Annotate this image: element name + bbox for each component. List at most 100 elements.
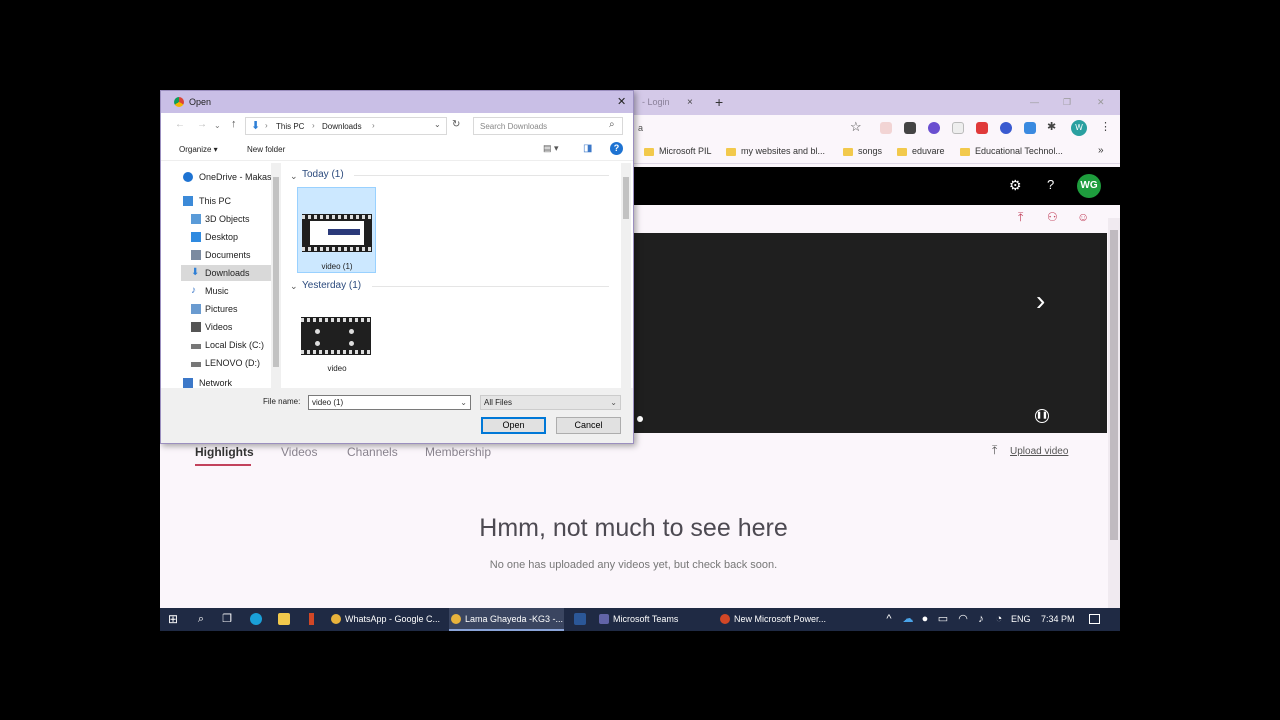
nav-item-desktop[interactable]: Desktop: [161, 229, 271, 245]
carousel-dot[interactable]: [637, 416, 643, 422]
group-header-today[interactable]: Today (1): [302, 169, 344, 180]
bookmark-item[interactable]: my websites and bl...: [726, 146, 825, 156]
microphone-icon[interactable]: ●: [919, 613, 931, 625]
maximize-button[interactable]: ❐: [1063, 90, 1071, 115]
taskbar-item[interactable]: New Microsoft Power...: [718, 608, 833, 631]
nav-item-videos[interactable]: Videos: [161, 319, 271, 335]
nav-item-pictures[interactable]: Pictures: [161, 301, 271, 317]
group-header-yesterday[interactable]: Yesterday (1): [302, 280, 361, 291]
tab-close-icon[interactable]: ×: [687, 90, 693, 115]
nav-item-lenovo[interactable]: LENOVO (D:): [161, 355, 271, 371]
chevron-down-icon[interactable]: ⌄: [214, 121, 221, 130]
extension-icon[interactable]: [1024, 122, 1036, 134]
more-menu-icon[interactable]: ⋮: [1100, 120, 1111, 133]
chevron-up-icon[interactable]: ^: [883, 613, 895, 625]
file-scrollbar-thumb[interactable]: [623, 177, 629, 219]
back-arrow-icon[interactable]: ←: [175, 119, 185, 130]
extension-icon[interactable]: [904, 122, 916, 134]
tab-highlights[interactable]: Highlights: [195, 445, 254, 459]
chevron-down-icon[interactable]: ⌄: [610, 396, 617, 409]
network-icon[interactable]: ◔: [993, 613, 1005, 625]
bookmark-item[interactable]: Microsoft PIL: [644, 146, 712, 156]
nav-scrollbar-thumb[interactable]: [273, 177, 279, 367]
taskbar-item-active[interactable]: Lama Ghayeda -KG3 -...: [449, 608, 564, 631]
user-avatar[interactable]: WG: [1077, 174, 1101, 198]
pause-icon[interactable]: ❚❚: [1035, 409, 1049, 423]
bookmark-item[interactable]: Educational Technol...: [960, 146, 1063, 156]
profile-avatar[interactable]: W: [1071, 120, 1087, 136]
nav-item-music[interactable]: ♪ Music: [161, 283, 271, 299]
breadcrumb-downloads[interactable]: Downloads: [322, 122, 362, 131]
nav-item-downloads[interactable]: ⬇ Downloads: [181, 265, 271, 281]
bookmarks-more-button[interactable]: »: [1098, 145, 1104, 156]
upload-icon[interactable]: ⤒: [992, 443, 997, 458]
notifications-icon[interactable]: [1089, 614, 1100, 624]
tab-membership[interactable]: Membership: [425, 445, 491, 459]
puzzle-icon[interactable]: ✱: [1047, 120, 1056, 133]
volume-icon[interactable]: ♪: [975, 613, 987, 625]
browser-tab-label[interactable]: - Login: [642, 90, 670, 115]
open-button[interactable]: Open: [481, 417, 546, 434]
language-indicator[interactable]: ENG: [1011, 614, 1031, 624]
wifi-icon[interactable]: ◠: [957, 613, 969, 625]
organize-button[interactable]: Organize ▾: [179, 145, 218, 154]
task-view-icon[interactable]: ❐: [221, 613, 233, 625]
taskbar-item[interactable]: Microsoft Teams: [597, 608, 712, 631]
bookmark-item[interactable]: eduvare: [897, 146, 945, 156]
help-icon[interactable]: ?: [610, 142, 623, 155]
person-icon[interactable]: ⚇: [1047, 210, 1058, 224]
forward-arrow-icon[interactable]: →: [197, 119, 207, 130]
bookmark-star-icon[interactable]: ☆: [850, 119, 862, 135]
cancel-button[interactable]: Cancel: [556, 417, 621, 434]
cloud-icon[interactable]: ☁: [902, 613, 914, 625]
preview-pane-icon[interactable]: ◨: [583, 143, 592, 154]
settings-icon[interactable]: ⚙: [1009, 177, 1022, 194]
upload-icon[interactable]: ⤒: [1018, 210, 1023, 225]
tab-videos[interactable]: Videos: [281, 445, 317, 459]
nav-scrollbar[interactable]: [271, 163, 281, 388]
edge-icon[interactable]: [250, 613, 262, 625]
new-tab-button[interactable]: +: [715, 90, 723, 115]
nav-item-local-disk[interactable]: Local Disk (C:): [161, 337, 271, 353]
file-explorer-icon[interactable]: [278, 613, 290, 625]
chevron-down-icon[interactable]: ⌄: [460, 396, 467, 409]
window-close-button[interactable]: ✕: [1097, 90, 1105, 115]
clock[interactable]: 7:34 PM: [1041, 614, 1075, 624]
tab-channels[interactable]: Channels: [347, 445, 398, 459]
app-icon[interactable]: [574, 613, 586, 625]
search-input[interactable]: Search Downloads ⌕: [473, 117, 623, 135]
file-name-input[interactable]: video (1) ⌄: [308, 395, 471, 410]
windows-start-icon[interactable]: ⊞: [167, 613, 179, 625]
file-type-select[interactable]: All Files ⌄: [480, 395, 621, 410]
file-scrollbar[interactable]: [621, 163, 631, 388]
extension-icon[interactable]: [880, 122, 892, 134]
breadcrumb-this-pc[interactable]: This PC: [276, 122, 304, 131]
nav-item-this-pc[interactable]: This PC: [161, 193, 271, 209]
refresh-icon[interactable]: ↻: [452, 119, 460, 130]
chevron-right-icon[interactable]: ›: [1036, 285, 1045, 317]
help-icon[interactable]: ?: [1047, 177, 1054, 192]
extension-icon[interactable]: [976, 122, 988, 134]
minimize-button[interactable]: —: [1030, 90, 1039, 115]
address-breadcrumb[interactable]: ⬇ › This PC › Downloads › ⌄: [245, 117, 447, 135]
upload-video-link[interactable]: Upload video: [1010, 446, 1068, 457]
chevron-down-icon[interactable]: ⌄: [434, 120, 441, 129]
battery-icon[interactable]: ▭: [937, 613, 949, 625]
new-folder-button[interactable]: New folder: [247, 145, 285, 154]
dialog-close-button[interactable]: ✕: [617, 95, 626, 108]
nav-item-3d-objects[interactable]: 3D Objects: [161, 211, 271, 227]
taskbar-item[interactable]: WhatsApp - Google C...: [329, 608, 442, 631]
chevron-down-icon[interactable]: ⌄: [290, 281, 298, 292]
bookmark-item[interactable]: songs: [843, 146, 882, 156]
extension-icon[interactable]: [1000, 122, 1012, 134]
app-icon[interactable]: [309, 613, 314, 625]
smiley-icon[interactable]: ☺: [1077, 210, 1089, 224]
nav-item-onedrive[interactable]: OneDrive - Makas: [161, 169, 272, 185]
page-scrollbar-thumb[interactable]: [1110, 230, 1118, 540]
view-options-icon[interactable]: ▤ ▾: [543, 143, 559, 154]
chevron-down-icon[interactable]: ⌄: [290, 171, 298, 182]
nav-item-network[interactable]: Network: [161, 375, 271, 388]
extension-icon[interactable]: [928, 122, 940, 134]
extension-icon[interactable]: [952, 122, 964, 134]
search-icon[interactable]: ⌕: [195, 613, 207, 625]
